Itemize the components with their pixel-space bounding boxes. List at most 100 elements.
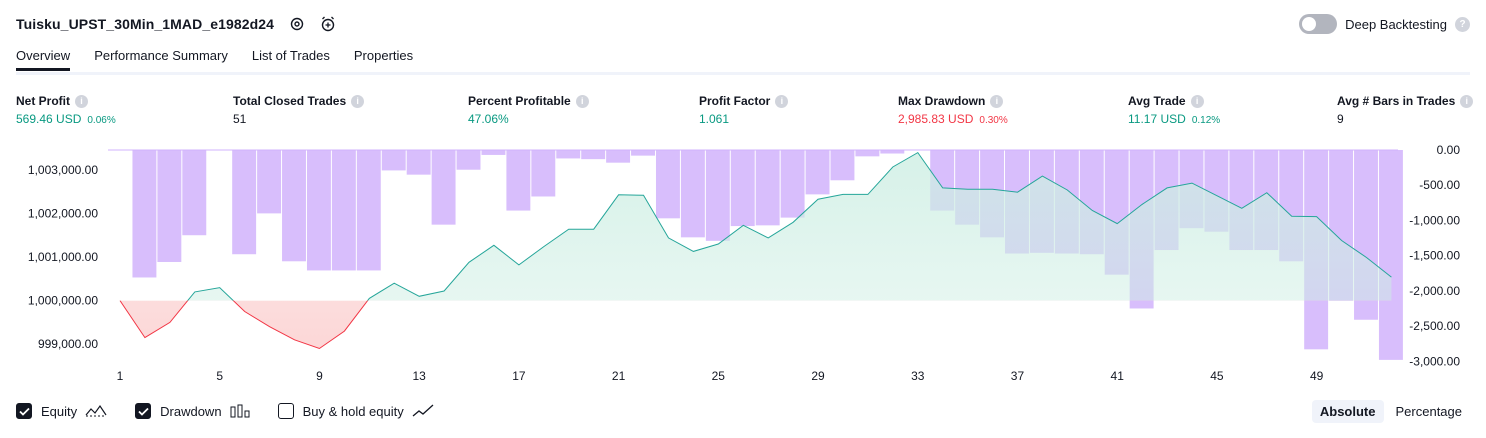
drawdown-bar: [755, 150, 780, 226]
x-tick-label: 1: [117, 369, 124, 383]
drawdown-label: Drawdown: [160, 403, 222, 419]
strategy-title: Tuisku_UPST_30Min_1MAD_e1982d24: [16, 16, 275, 32]
tab-list-of-trades[interactable]: List of Trades: [252, 48, 330, 71]
y-right-tick-label: 0.00: [1437, 143, 1461, 157]
tab-overview[interactable]: Overview: [16, 48, 71, 71]
value-mode-switch: Absolute Percentage: [1311, 400, 1471, 423]
info-icon[interactable]: i: [575, 94, 589, 108]
drawdown-bar: [680, 150, 705, 238]
info-icon[interactable]: i: [1190, 94, 1204, 108]
metric-profit-factor: Profit Factor i 1.061: [699, 94, 789, 126]
metric-percent: 0.30%: [979, 115, 1008, 126]
legend-drawdown[interactable]: Drawdown: [135, 403, 250, 419]
legend-equity[interactable]: Equity: [16, 403, 107, 419]
absolute-button[interactable]: Absolute: [1311, 400, 1384, 423]
drawdown-bar: [556, 150, 581, 159]
metric-total-closed-trades: Total Closed Trades i 51: [233, 94, 365, 126]
metric-max-drawdown: Max Drawdown i 2,985.83 USD 0.30%: [898, 94, 1008, 126]
metric-avg-trade: Avg Trade i 11.17 USD 0.12%: [1128, 94, 1220, 126]
drawdown-bar: [606, 150, 631, 163]
metric-percent-profitable: Percent Profitable i 47.06%: [468, 94, 589, 126]
buy-hold-line-icon: [412, 404, 434, 418]
help-icon[interactable]: ?: [1455, 16, 1470, 32]
drawdown-bar: [282, 150, 306, 262]
y-right-tick-label: -2,000.00: [1409, 284, 1460, 298]
drawdown-bar: [506, 150, 531, 211]
drawdown-checkbox[interactable]: [135, 403, 152, 419]
metric-label: Profit Factor: [699, 94, 771, 108]
x-tick-label: 37: [1011, 369, 1025, 383]
drawdown-bar: [481, 150, 506, 155]
y-right-tick-label: -2,500.00: [1409, 319, 1460, 333]
tab-performance-summary[interactable]: Performance Summary: [94, 48, 228, 71]
drawdown-bars-icon: [230, 404, 250, 418]
metric-label: Percent Profitable: [468, 94, 571, 108]
metrics-row: Net Profit i 569.46 USD 0.06% Total Closed…: [0, 94, 1486, 134]
drawdown-bar: [730, 150, 755, 227]
y-right-tick-label: -1,500.00: [1409, 249, 1460, 263]
drawdown-bar: [830, 150, 855, 181]
metric-avg-bars-in-trades: Avg # Bars in Trades i 9: [1337, 94, 1474, 126]
x-tick-label: 33: [911, 369, 925, 383]
chart-legend: Equity Drawdown Buy & hold equity: [16, 403, 462, 419]
info-icon[interactable]: i: [1460, 94, 1474, 108]
metric-label: Avg Trade: [1128, 94, 1186, 108]
metric-value: 2,985.83 USD: [898, 112, 974, 126]
deep-backtesting-toggle[interactable]: [1299, 14, 1338, 34]
drawdown-bar: [406, 150, 431, 175]
info-icon[interactable]: i: [775, 94, 789, 108]
drawdown-bar: [356, 150, 381, 271]
metric-value: 11.17 USD: [1128, 112, 1186, 126]
y-left-tick-label: 999,000.00: [38, 337, 98, 351]
drawdown-bar: [1378, 150, 1403, 360]
drawdown-bar: [306, 150, 331, 271]
drawdown-bar: [805, 150, 830, 195]
drawdown-bar: [331, 150, 356, 271]
equity-line-icon: [85, 404, 107, 418]
drawdown-bar: [655, 150, 680, 219]
info-icon[interactable]: i: [990, 94, 1004, 108]
percentage-button[interactable]: Percentage: [1388, 400, 1471, 423]
metric-percent: 0.12%: [1191, 115, 1221, 126]
y-right-tick-label: -3,000.00: [1409, 354, 1460, 368]
metric-label: Avg # Bars in Trades: [1337, 94, 1456, 108]
equity-checkbox[interactable]: [16, 403, 32, 419]
info-icon[interactable]: i: [75, 94, 88, 108]
settings-icon[interactable]: [288, 15, 306, 33]
metric-value: 9: [1337, 112, 1344, 126]
buy-hold-label: Buy & hold equity: [302, 403, 404, 419]
drawdown-bar: [531, 150, 556, 197]
drawdown-bar: [581, 150, 606, 160]
buy-hold-checkbox[interactable]: [277, 403, 294, 419]
tab-properties[interactable]: Properties: [354, 48, 413, 71]
equity-label: Equity: [41, 403, 78, 419]
y-left-tick-label: 1,001,000.00: [28, 250, 98, 264]
drawdown-bar: [182, 150, 207, 236]
y-left-tick-label: 1,000,000.00: [28, 294, 98, 308]
y-left-tick-label: 1,002,000.00: [28, 207, 98, 221]
deep-backtesting-label: Deep Backtesting: [1345, 16, 1447, 32]
metric-label: Max Drawdown: [898, 94, 986, 108]
x-tick-label: 17: [512, 369, 526, 383]
legend-buy-hold-equity[interactable]: Buy & hold equity: [277, 403, 434, 419]
drawdown-bar: [880, 150, 905, 154]
drawdown-bar: [157, 150, 182, 262]
x-tick-label: 5: [216, 369, 223, 383]
metric-value: 569.46 USD: [16, 112, 82, 126]
strategy-header: Tuisku_UPST_30Min_1MAD_e1982d24: [16, 13, 338, 35]
x-tick-label: 9: [316, 369, 323, 383]
drawdown-bar: [631, 150, 655, 156]
metric-net-profit: Net Profit i 569.46 USD 0.06%: [16, 94, 116, 126]
y-left-tick-label: 1,003,000.00: [28, 163, 98, 177]
drawdown-bar: [257, 150, 282, 214]
x-tick-label: 41: [1111, 369, 1125, 383]
metric-value: 1.061: [699, 112, 730, 126]
x-tick-label: 49: [1310, 369, 1324, 383]
tab-divider: [16, 72, 1470, 75]
info-icon[interactable]: i: [351, 94, 365, 108]
alarm-add-icon[interactable]: [320, 15, 338, 33]
x-tick-label: 21: [612, 369, 626, 383]
report-tabs: Overview Performance Summary List of Tra…: [16, 48, 413, 71]
x-tick-label: 13: [412, 369, 426, 383]
deep-backtesting-control: Deep Backtesting ?: [1299, 14, 1470, 34]
